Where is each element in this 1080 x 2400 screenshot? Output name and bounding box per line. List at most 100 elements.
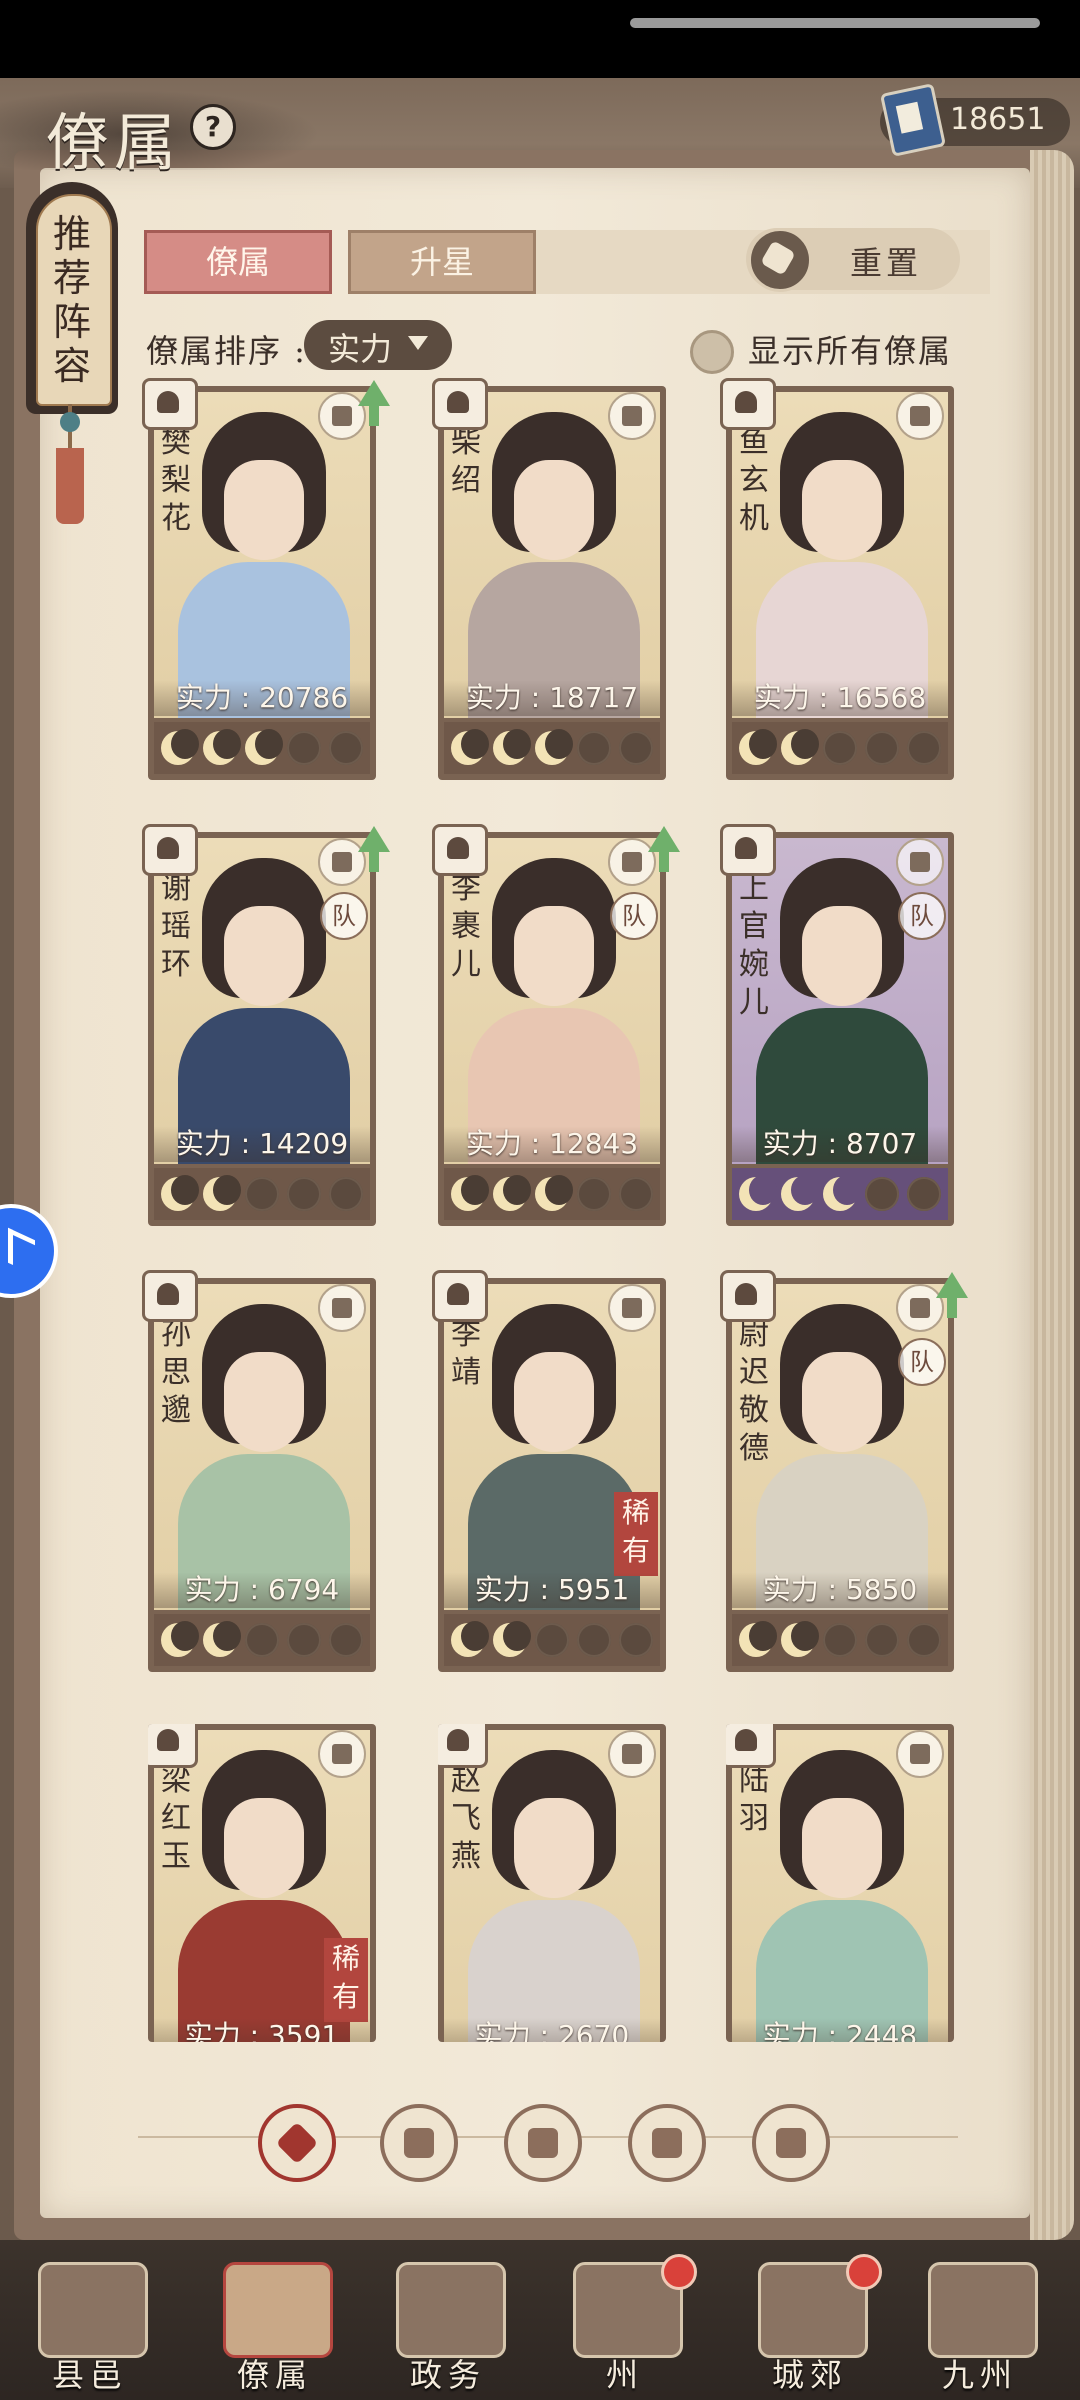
lion-filter-icon[interactable] [752, 2104, 830, 2182]
nav-item[interactable]: 僚属 [195, 2254, 355, 2400]
upgrade-arrow-icon [358, 826, 390, 872]
star-filled-icon [781, 729, 819, 765]
star-empty-icon [619, 1177, 653, 1211]
tab-subordinates[interactable]: 僚属 [144, 230, 332, 294]
military-filter-icon[interactable] [504, 2104, 582, 2182]
star-filled-icon [535, 1175, 573, 1211]
star-filled-icon [161, 729, 199, 765]
star-empty-icon [329, 1177, 363, 1211]
nav-item[interactable]: 县邑 [10, 2254, 170, 2400]
star-filled-icon [535, 729, 573, 765]
team-badge: 队 [898, 892, 946, 940]
nav-building-icon [396, 2262, 506, 2358]
star-filled-icon [451, 729, 489, 765]
card-name: 鱼玄机 [739, 425, 769, 536]
star-bar [732, 722, 948, 774]
star-filled-icon [781, 1621, 819, 1657]
star-filled-icon [451, 1621, 489, 1657]
card-name: 陆羽 [739, 1763, 769, 1836]
card-power: 实力 : 2448 [732, 2018, 948, 2042]
star-bar [444, 1614, 660, 1666]
star-filled-icon [161, 1621, 199, 1657]
type-icon [720, 824, 776, 876]
type-icon [148, 1724, 198, 1768]
star-empty-icon [577, 731, 611, 765]
portrait-face [224, 906, 304, 1006]
page-title: 僚属 [46, 106, 183, 179]
all-filter-icon[interactable] [258, 2104, 336, 2182]
star-empty-icon [329, 1623, 363, 1657]
subordinate-card[interactable]: 柴绍 实力 : 18717 [432, 378, 666, 780]
equipment-icon [318, 1730, 366, 1778]
star-empty-icon [287, 1177, 321, 1211]
card-power: 实力 : 5850 [732, 1572, 948, 1608]
star-empty-icon [865, 731, 899, 765]
star-empty-icon [619, 1623, 653, 1657]
type-icon [432, 1270, 488, 1322]
card-power: 实力 : 5951 [444, 1572, 660, 1608]
star-empty-icon [287, 1623, 321, 1657]
subordinate-card[interactable]: 梁红玉 稀有 实力 : 3591 [148, 1724, 376, 2042]
star-bar [154, 1168, 370, 1220]
nav-item[interactable]: 九州 [900, 2254, 1060, 2400]
star-bar [444, 722, 660, 774]
star-empty-icon [245, 1177, 279, 1211]
card-name: 李裹儿 [451, 871, 481, 982]
star-filled-icon [493, 1621, 531, 1657]
star-empty-icon [865, 1623, 899, 1657]
equipment-icon [608, 1730, 656, 1778]
card-power: 实力 : 3591 [154, 2018, 370, 2042]
type-icon [432, 824, 488, 876]
portrait-face [224, 1352, 304, 1452]
equipment-icon [318, 1284, 366, 1332]
card-name: 柴绍 [451, 425, 481, 498]
star-filled-icon [493, 1175, 531, 1211]
subordinate-card[interactable]: 李裹儿 队实力 : 12843 [432, 824, 680, 1226]
type-icon [720, 1270, 776, 1322]
show-all-label: 显示所有僚属 [748, 332, 953, 370]
star-filled-icon [203, 1621, 241, 1657]
notification-dot [661, 2254, 697, 2290]
show-all-checkbox[interactable] [690, 330, 734, 374]
card-power: 实力 : 14209 [154, 1126, 370, 1162]
star-filled-icon [739, 1621, 777, 1657]
portrait-face [802, 906, 882, 1006]
tassel [56, 448, 84, 524]
star-bar [732, 1168, 948, 1220]
type-icon [726, 1724, 776, 1768]
tab-star-up[interactable]: 升星 [348, 230, 536, 294]
subordinate-card[interactable]: 鱼玄机 实力 : 16568 [720, 378, 954, 780]
card-name: 谢瑶环 [161, 871, 191, 982]
civil-filter-icon[interactable] [380, 2104, 458, 2182]
nav-item[interactable]: 城郊 [730, 2254, 890, 2400]
subordinate-card[interactable]: 孙思邈 实力 : 6794 [142, 1270, 376, 1672]
subordinate-card[interactable]: 尉迟敬德 队实力 : 5850 [720, 1270, 968, 1672]
star-empty-icon [907, 731, 941, 765]
subordinate-card[interactable]: 李靖 稀有 实力 : 5951 [432, 1270, 666, 1672]
subordinate-card[interactable]: 上官婉儿 队实力 : 8707 [720, 824, 954, 1226]
portrait-face [224, 460, 304, 560]
nav-item[interactable]: 州 [545, 2254, 705, 2400]
team-badge: 队 [610, 892, 658, 940]
chevron-down-icon [408, 336, 428, 350]
star-empty-icon [287, 731, 321, 765]
nav-label: 县邑 [51, 2356, 128, 2394]
star-filled-icon [823, 1175, 861, 1211]
rare-badge: 稀有 [614, 1492, 658, 1576]
portrait-face [514, 460, 594, 560]
type-icon [142, 378, 198, 430]
portrait-face [802, 460, 882, 560]
star-empty-icon [535, 1623, 569, 1657]
help-button[interactable]: ? [190, 104, 236, 150]
subordinate-card[interactable]: 陆羽实力 : 2448 [726, 1724, 954, 2042]
star-filled-icon [203, 729, 241, 765]
rare-badge: 稀有 [324, 1938, 368, 2022]
fan-filter-icon[interactable] [628, 2104, 706, 2182]
subordinate-card[interactable]: 谢瑶环 队实力 : 14209 [142, 824, 390, 1226]
subordinate-card[interactable]: 赵飞燕 实力 : 2670 [438, 1724, 666, 2042]
star-empty-icon [907, 1177, 941, 1211]
star-empty-icon [823, 731, 857, 765]
nav-item[interactable]: 政务 [368, 2254, 528, 2400]
subordinate-card[interactable]: 樊梨花 实力 : 20786 [142, 378, 390, 780]
portrait-face [224, 1798, 304, 1898]
